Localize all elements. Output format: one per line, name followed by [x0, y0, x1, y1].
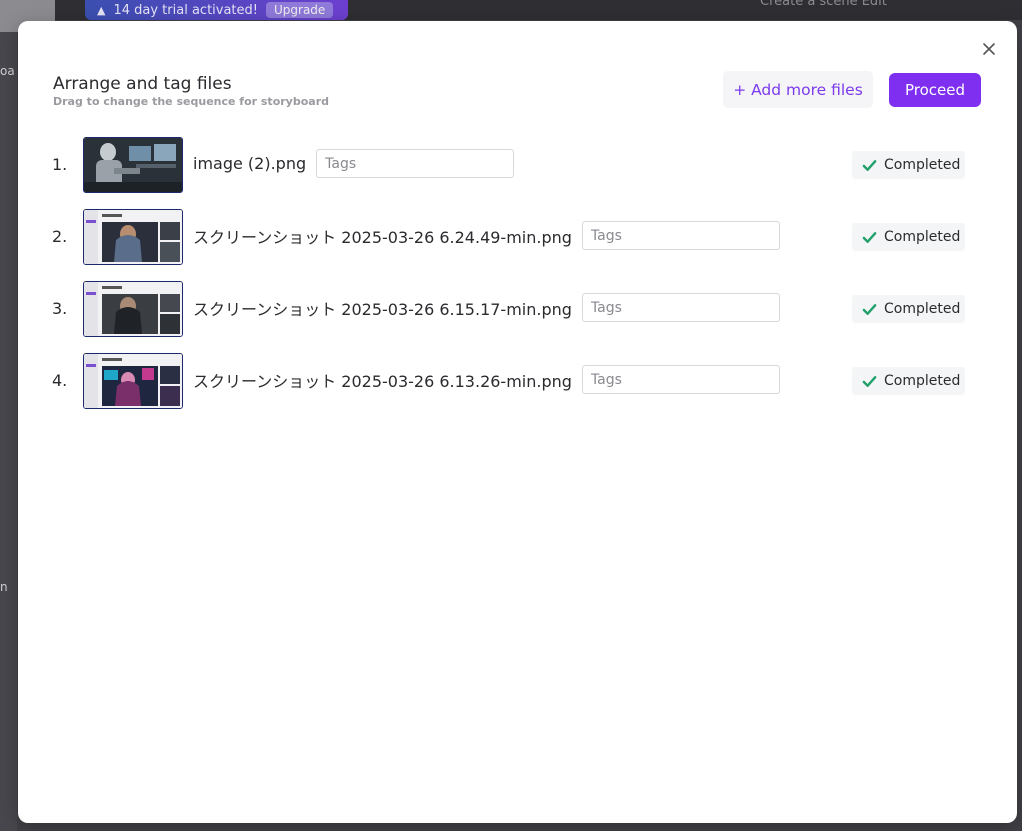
proceed-button[interactable]: Proceed: [889, 73, 981, 107]
file-row-number: 3.: [52, 299, 68, 318]
file-row[interactable]: 2. スクリーンショット 2025-03-26 6.24.49-min.png: [18, 209, 1017, 265]
file-thumbnail[interactable]: [83, 209, 183, 265]
tags-input[interactable]: [581, 293, 780, 322]
rocket-icon: ▲: [97, 3, 106, 17]
status-badge: Completed: [852, 223, 965, 251]
trial-banner: ▲ 14 day trial activated! Upgrade: [85, 0, 348, 20]
add-more-files-button[interactable]: + Add more files: [723, 71, 873, 108]
trial-banner-text: 14 day trial activated!: [113, 2, 258, 18]
check-icon: [862, 303, 877, 315]
file-info: スクリーンショット 2025-03-26 6.15.17-min.png: [193, 293, 780, 322]
file-name: スクリーンショット 2025-03-26 6.15.17-min.png: [193, 299, 572, 319]
status-text: Completed: [884, 157, 961, 173]
status-badge: Completed: [852, 367, 965, 395]
arrange-files-modal: Arrange and tag files Drag to change the…: [18, 21, 1017, 823]
file-row-number: 2.: [52, 227, 68, 246]
file-row-number: 1.: [52, 155, 68, 174]
file-row[interactable]: 3. スクリーンショット 2025-03-26 6.15.17-min.png: [18, 281, 1017, 337]
file-thumbnail[interactable]: [83, 353, 183, 409]
status-text: Completed: [884, 301, 961, 317]
file-info: スクリーンショット 2025-03-26 6.24.49-min.png: [193, 221, 780, 250]
upgrade-button: Upgrade: [266, 2, 334, 18]
tags-input[interactable]: [581, 221, 780, 250]
close-button[interactable]: [980, 40, 998, 58]
file-thumbnail[interactable]: [83, 137, 183, 193]
file-info: スクリーンショット 2025-03-26 6.13.26-min.png: [193, 365, 780, 394]
file-name: スクリーンショット 2025-03-26 6.13.26-min.png: [193, 371, 572, 391]
file-info: image (2).png: [193, 149, 515, 178]
status-text: Completed: [884, 229, 961, 245]
background-header-links: Create a scene Edit: [760, 0, 887, 9]
status-text: Completed: [884, 373, 961, 389]
file-thumbnail[interactable]: [83, 281, 183, 337]
background-sidebar-text-2: n: [0, 580, 8, 594]
tags-input[interactable]: [316, 149, 515, 178]
file-row-number: 4.: [52, 371, 68, 390]
close-icon: [983, 43, 995, 55]
status-badge: Completed: [852, 151, 965, 179]
status-badge: Completed: [852, 295, 965, 323]
check-icon: [862, 375, 877, 387]
background-sidebar-text: oa: [0, 64, 15, 78]
background-sidebar: [0, 32, 17, 831]
file-row[interactable]: 1. image (2).png Completed: [18, 137, 1017, 193]
modal-subtitle: Drag to change the sequence for storyboa…: [53, 95, 329, 108]
modal-title: Arrange and tag files: [53, 74, 232, 94]
check-icon: [862, 231, 877, 243]
tags-input[interactable]: [581, 365, 780, 394]
file-name: スクリーンショット 2025-03-26 6.24.49-min.png: [193, 227, 572, 247]
file-name: image (2).png: [193, 154, 307, 173]
file-row[interactable]: 4. スクリーンショット 2025-03-26 6.13.26-min.png: [18, 353, 1017, 409]
check-icon: [862, 159, 877, 171]
